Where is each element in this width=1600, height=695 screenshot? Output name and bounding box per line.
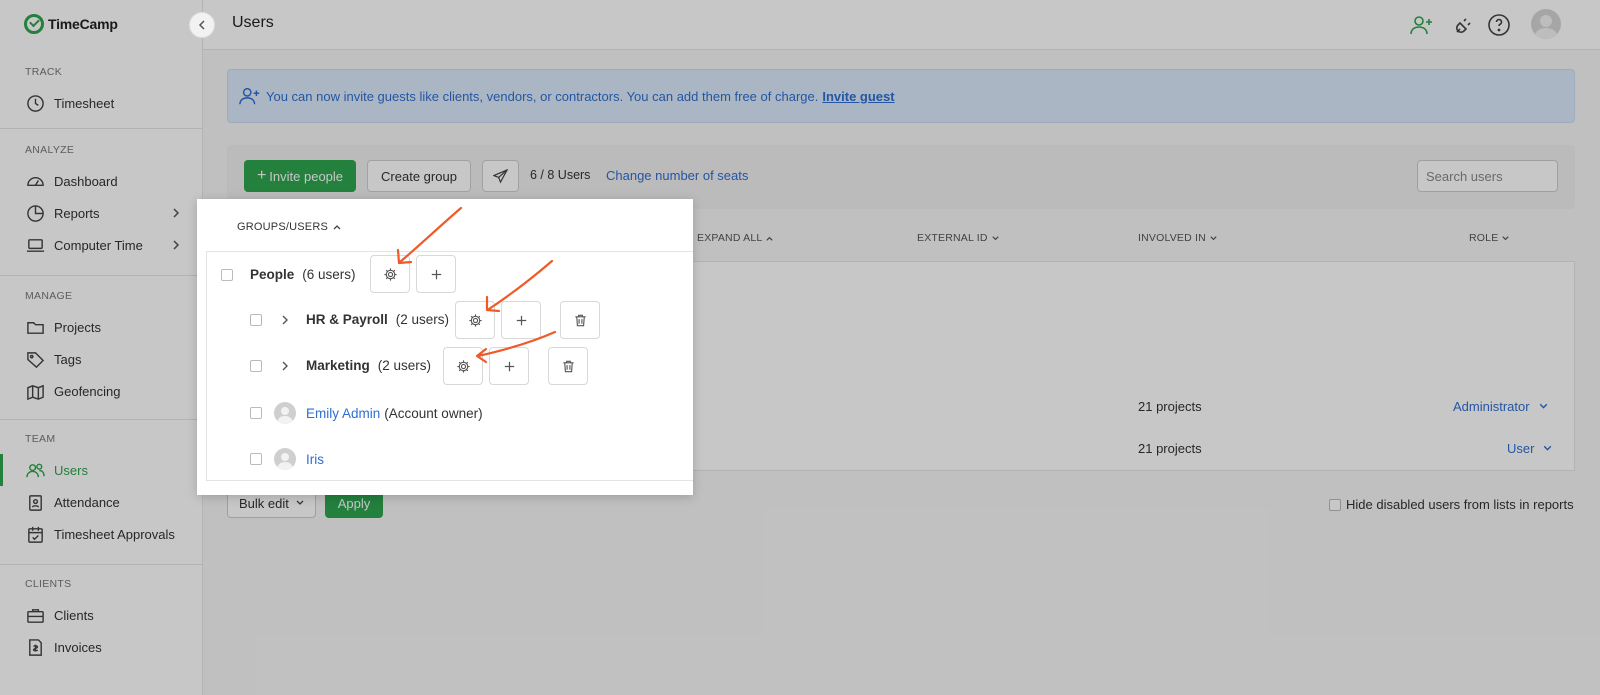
group-checkbox[interactable] (250, 313, 262, 326)
group-name[interactable]: HR & Payroll (306, 312, 388, 327)
add-subgroup-button[interactable] (501, 301, 541, 339)
groups-tree: People (6 users) HR & Payroll (2 users) (206, 251, 693, 481)
trash-icon (574, 314, 586, 326)
user-row-iris: Iris (250, 448, 324, 470)
user-note: (Account owner) (384, 405, 483, 421)
group-row-hr-payroll: HR & Payroll (2 users) (250, 312, 449, 327)
chevron-up-icon (333, 225, 341, 230)
group-checkbox[interactable] (221, 268, 233, 281)
group-row-people: People (6 users) (221, 267, 356, 282)
gear-icon (383, 267, 397, 281)
user-row-emily-admin: Emily Admin (Account owner) (250, 402, 483, 424)
gear-icon (468, 313, 482, 327)
group-settings-button[interactable] (443, 347, 483, 385)
user-name[interactable]: Emily Admin (306, 406, 380, 421)
chevron-right-icon[interactable] (278, 313, 292, 327)
group-row-marketing: Marketing (2 users) (250, 358, 431, 373)
groups-users-label: GROUPS/USERS (237, 221, 329, 233)
plus-icon (431, 269, 441, 279)
add-subgroup-button[interactable] (489, 347, 529, 385)
delete-group-button[interactable] (560, 301, 600, 339)
user-name[interactable]: Iris (306, 452, 324, 467)
chevron-right-icon[interactable] (278, 359, 292, 373)
plus-icon (516, 315, 526, 325)
group-settings-button[interactable] (455, 301, 495, 339)
delete-group-button[interactable] (548, 347, 588, 385)
group-settings-button[interactable] (370, 255, 410, 293)
user-avatar (274, 402, 296, 424)
group-count: (2 users) (395, 312, 450, 327)
group-count: (6 users) (302, 267, 356, 282)
group-checkbox[interactable] (250, 359, 262, 372)
add-subgroup-button[interactable] (416, 255, 456, 293)
chevron-left-icon (198, 20, 205, 30)
user-avatar (274, 448, 296, 470)
group-name[interactable]: Marketing (306, 358, 370, 373)
plus-icon (504, 361, 514, 371)
user-checkbox[interactable] (250, 453, 262, 465)
gear-icon (456, 359, 470, 373)
user-checkbox[interactable] (250, 407, 262, 419)
groups-users-panel: GROUPS/USERS People (6 users) HR & Payro… (197, 199, 693, 495)
group-count: (2 users) (377, 358, 432, 373)
collapse-sidebar-button[interactable] (189, 12, 215, 38)
trash-icon (562, 360, 574, 372)
group-name[interactable]: People (250, 267, 294, 282)
groups-users-header[interactable]: GROUPS/USERS (237, 221, 342, 233)
